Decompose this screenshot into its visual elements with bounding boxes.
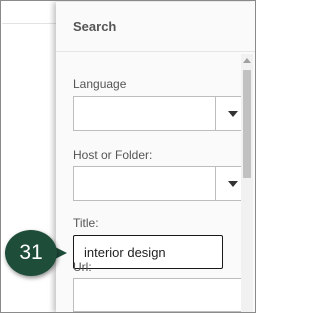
language-label: Language (73, 77, 127, 91)
language-select[interactable] (73, 96, 251, 131)
scroll-up-arrow-icon[interactable] (243, 58, 251, 63)
caret-down-icon (228, 181, 238, 187)
host-folder-select[interactable] (73, 166, 251, 201)
panel-scrollbar[interactable] (241, 54, 253, 312)
url-label: Url: (73, 260, 92, 274)
background-divider (2, 23, 56, 24)
scrollbar-thumb[interactable] (243, 70, 251, 178)
caret-down-icon (228, 111, 238, 117)
host-folder-label: Host or Folder: (73, 148, 153, 162)
search-panel: Search Language Host or Folder: Title: U… (56, 2, 255, 312)
search-panel-title: Search (73, 19, 117, 34)
url-input[interactable] (73, 278, 251, 312)
title-label: Title: (73, 216, 99, 230)
search-panel-header: Search (56, 2, 255, 52)
screenshot-frame: Search Language Host or Folder: Title: U… (0, 0, 256, 313)
step-number-badge: 31 (5, 230, 57, 276)
title-input[interactable] (73, 235, 223, 269)
